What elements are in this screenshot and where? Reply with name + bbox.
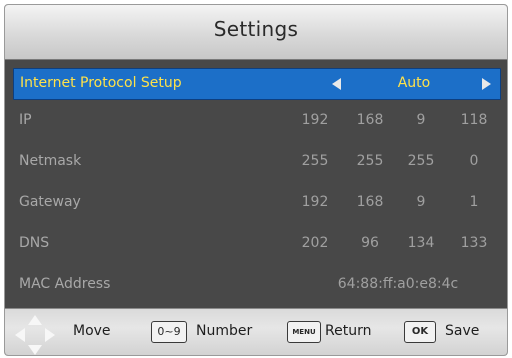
arrow-left-icon[interactable]	[332, 78, 341, 90]
ok-key-icon: OK	[404, 321, 436, 343]
dns-row[interactable]: DNS 202 96 134 133	[13, 229, 499, 259]
protocol-setup-row[interactable]: Internet Protocol Setup Auto	[13, 68, 501, 100]
number-hint-label: Number	[196, 323, 253, 339]
gateway-row[interactable]: Gateway 192 168 9 1	[13, 188, 499, 218]
title-bar: Settings	[5, 5, 507, 60]
dpad-up-icon	[28, 315, 42, 325]
save-hint-label: Save	[445, 323, 480, 339]
gateway-octet-4[interactable]: 1	[447, 194, 501, 210]
gateway-octet-1[interactable]: 192	[288, 194, 342, 210]
gateway-octet-3[interactable]: 9	[394, 194, 448, 210]
ip-row[interactable]: IP 192 168 9 118	[13, 106, 499, 136]
page-title: Settings	[213, 17, 299, 41]
settings-window: Settings Internet Protocol Setup Auto IP…	[4, 4, 508, 356]
dns-octet-4[interactable]: 133	[447, 235, 501, 251]
netmask-octet-2[interactable]: 255	[343, 153, 397, 169]
gateway-octet-2[interactable]: 168	[343, 194, 397, 210]
dpad-right-icon	[45, 328, 55, 342]
protocol-setup-value: Auto	[397, 75, 431, 91]
netmask-row[interactable]: Netmask 255 255 255 0	[13, 147, 499, 177]
ip-octet-1[interactable]: 192	[288, 112, 342, 128]
arrow-right-icon[interactable]	[482, 78, 491, 90]
mac-address-label: MAC Address	[19, 276, 111, 292]
netmask-octet-3[interactable]: 255	[394, 153, 448, 169]
key-hint-bar: Move 0~9 Number MENU Return OK Save	[5, 308, 507, 355]
dns-label: DNS	[19, 235, 50, 251]
protocol-setup-label: Internet Protocol Setup	[20, 75, 182, 91]
mac-address-value: 64:88:ff:a0:e8:4c	[337, 276, 459, 292]
dpad-left-icon	[15, 328, 25, 342]
settings-panel: Internet Protocol Setup Auto IP 192 168 …	[5, 60, 507, 308]
return-hint-label: Return	[325, 323, 372, 339]
ip-octet-3[interactable]: 9	[394, 112, 448, 128]
mac-address-row: MAC Address 64:88:ff:a0:e8:4c	[13, 270, 499, 300]
gateway-label: Gateway	[19, 194, 81, 210]
dns-octet-3[interactable]: 134	[394, 235, 448, 251]
ip-label: IP	[19, 112, 32, 128]
ip-octet-2[interactable]: 168	[343, 112, 397, 128]
move-hint-label: Move	[73, 323, 111, 339]
dpad-down-icon	[28, 345, 42, 355]
dpad-icon	[15, 315, 55, 355]
menu-key-icon: MENU	[287, 321, 321, 343]
netmask-octet-1[interactable]: 255	[288, 153, 342, 169]
netmask-label: Netmask	[19, 153, 82, 169]
ip-octet-4[interactable]: 118	[447, 112, 501, 128]
number-key-icon: 0~9	[151, 321, 187, 343]
dns-octet-1[interactable]: 202	[288, 235, 342, 251]
dns-octet-2[interactable]: 96	[343, 235, 397, 251]
netmask-octet-4[interactable]: 0	[447, 153, 501, 169]
